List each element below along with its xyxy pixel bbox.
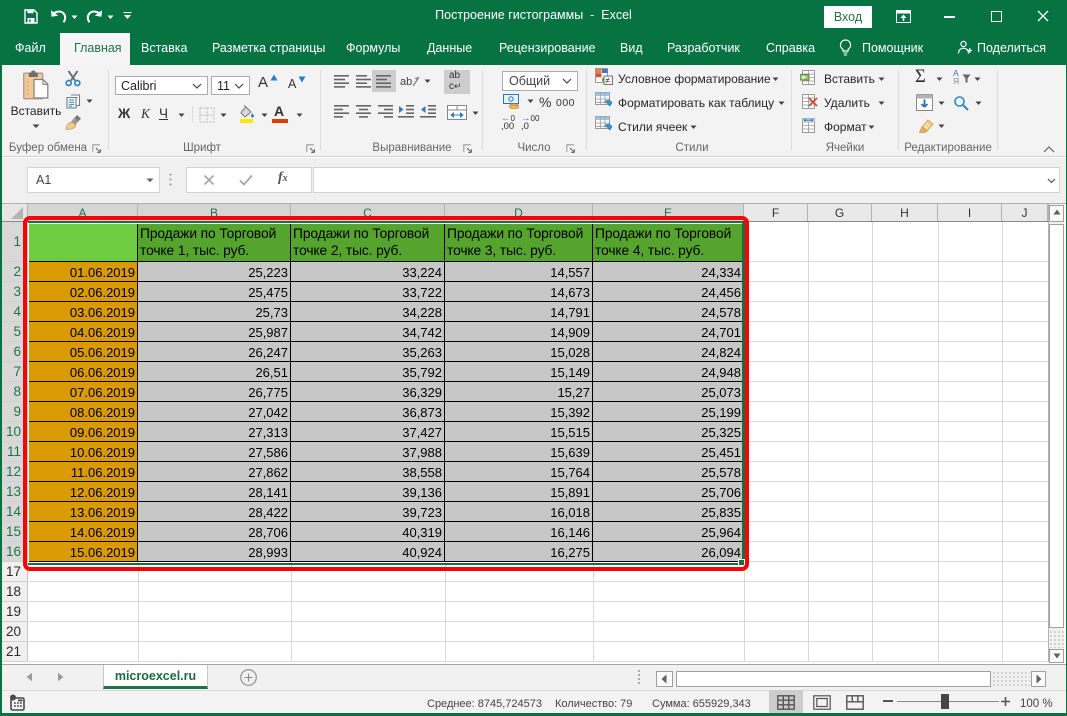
svg-text:≠: ≠ [606, 76, 611, 85]
svg-text:ab: ab [400, 76, 412, 88]
